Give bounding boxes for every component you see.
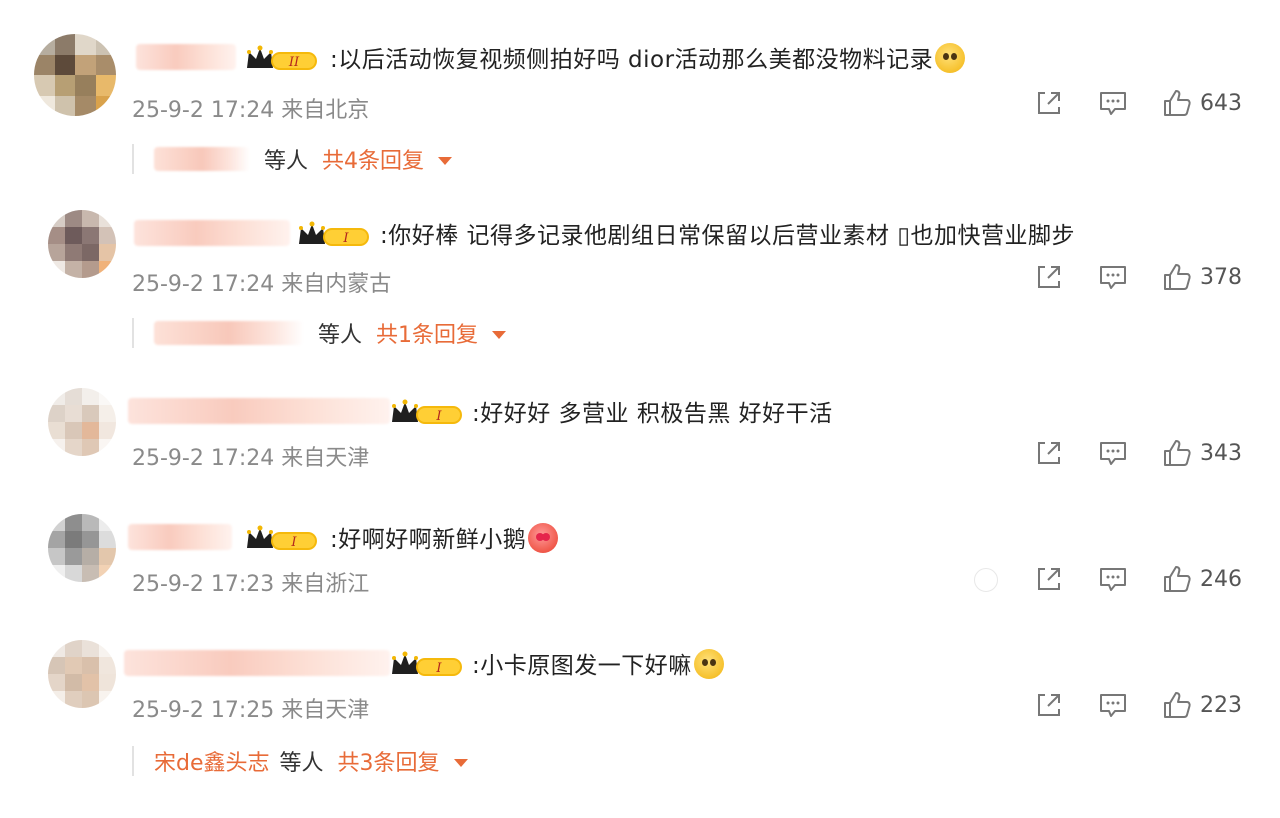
comment-text: :好啊好啊新鲜小鹅 xyxy=(330,520,559,554)
thumbs-up-icon[interactable] xyxy=(1162,262,1192,292)
reply-summary[interactable]: 等人 共4条回复 xyxy=(132,143,453,175)
timestamp: 25-9-2 17:24 xyxy=(132,446,275,471)
reply-mid: 等人 xyxy=(279,751,324,776)
comment-icon[interactable] xyxy=(1098,438,1128,468)
comment-text: :好好好 多营业 积极告黑 好好干活 xyxy=(472,401,833,427)
crown-badge-icon: I xyxy=(297,220,371,246)
comment-meta: 25-9-2 17:24 来自北京 xyxy=(132,92,369,124)
username-blurred[interactable] xyxy=(128,524,232,550)
username-blurred[interactable] xyxy=(134,220,290,246)
reply-summary[interactable]: 等人 共1条回复 xyxy=(132,317,507,349)
share-icon[interactable] xyxy=(1034,438,1064,468)
share-icon[interactable] xyxy=(1034,690,1064,720)
location: 来自天津 xyxy=(281,446,370,471)
username-blurred[interactable] xyxy=(124,650,390,676)
timestamp: 25-9-2 17:23 xyxy=(132,572,275,597)
crown-badge-icon: II xyxy=(245,44,319,70)
pleading-emoji-icon xyxy=(693,649,724,679)
reply-divider xyxy=(132,318,134,348)
avatar[interactable] xyxy=(34,34,116,116)
like-count: 643 xyxy=(1200,90,1242,116)
comment-meta: 25-9-2 17:24 来自天津 xyxy=(132,440,369,472)
comment-icon[interactable] xyxy=(1098,262,1128,292)
share-icon[interactable] xyxy=(1034,262,1064,292)
crown-badge-icon: I xyxy=(390,398,464,424)
svg-text:I: I xyxy=(435,661,442,676)
reply-mid: 等人 xyxy=(264,149,309,174)
comment-icon[interactable] xyxy=(1098,564,1128,594)
comment-text: :以后活动恢复视频侧拍好吗 dior活动那么美都没物料记录 xyxy=(330,40,966,74)
reply-count[interactable]: 共1条回复 xyxy=(376,317,478,349)
crown-badge-icon: I xyxy=(245,524,319,550)
chevron-down-icon[interactable] xyxy=(438,157,453,165)
reply-mid: 等人 xyxy=(318,323,363,348)
share-icon[interactable] xyxy=(1034,564,1064,594)
chevron-down-icon[interactable] xyxy=(492,331,507,339)
like-count: 343 xyxy=(1200,440,1242,466)
thumbs-up-icon[interactable] xyxy=(1162,564,1192,594)
comment-meta: 25-9-2 17:23 来自浙江 xyxy=(132,566,369,598)
reply-count[interactable]: 共3条回复 xyxy=(338,745,440,777)
reply-username[interactable]: 宋de鑫头志 xyxy=(154,745,270,777)
heart-eyes-emoji-icon xyxy=(528,523,559,553)
location: 来自天津 xyxy=(281,698,370,723)
comment-actions: 643 xyxy=(1000,88,1244,118)
username-blurred[interactable] xyxy=(136,44,236,70)
comment-meta: 25-9-2 17:24 来自内蒙古 xyxy=(132,266,391,298)
reply-user-blurred[interactable] xyxy=(154,321,304,345)
comment-icon[interactable] xyxy=(1098,88,1128,118)
comment-actions: 378 xyxy=(1000,262,1244,292)
comment-text: :小卡原图发一下好嘛 xyxy=(472,646,724,680)
like-count: 223 xyxy=(1200,692,1242,718)
avatar[interactable] xyxy=(48,514,116,582)
svg-text:I: I xyxy=(435,409,442,424)
reply-divider xyxy=(132,746,134,776)
avatar[interactable] xyxy=(48,388,116,456)
avatar[interactable] xyxy=(48,210,116,278)
comment-text: :你好棒 记得多记录他剧组日常保留以后营业素材 ▯也加快营业脚步 xyxy=(380,223,1076,249)
share-icon[interactable] xyxy=(1034,88,1064,118)
location: 来自浙江 xyxy=(281,572,370,597)
thumbs-up-icon[interactable] xyxy=(1162,438,1192,468)
timestamp: 25-9-2 17:24 xyxy=(132,98,275,123)
reply-divider xyxy=(132,144,134,174)
thumbs-up-icon[interactable] xyxy=(1162,88,1192,118)
reply-count[interactable]: 共4条回复 xyxy=(322,143,424,175)
avatar[interactable] xyxy=(48,640,116,708)
like-count: 246 xyxy=(1200,566,1242,592)
comment-actions: 246 xyxy=(1000,564,1244,594)
crown-badge-icon: I xyxy=(390,650,464,676)
timestamp: 25-9-2 17:24 xyxy=(132,272,275,297)
reply-summary[interactable]: 宋de鑫头志 等人 共3条回复 xyxy=(132,746,468,776)
svg-text:II: II xyxy=(288,55,300,70)
username-blurred[interactable] xyxy=(128,398,390,424)
comment-actions: 223 xyxy=(1000,690,1244,720)
chevron-down-icon[interactable] xyxy=(453,759,468,767)
comment-actions: 343 xyxy=(1000,438,1244,468)
svg-text:I: I xyxy=(290,535,297,550)
like-count: 378 xyxy=(1200,264,1242,290)
thumbs-up-icon[interactable] xyxy=(1162,690,1192,720)
location: 来自北京 xyxy=(281,98,370,123)
comment-meta: 25-9-2 17:25 来自天津 xyxy=(132,692,369,724)
timestamp: 25-9-2 17:25 xyxy=(132,698,275,723)
info-icon xyxy=(974,568,998,592)
svg-text:I: I xyxy=(342,231,349,246)
comment-icon[interactable] xyxy=(1098,690,1128,720)
reply-user-blurred[interactable] xyxy=(154,147,250,171)
location: 来自内蒙古 xyxy=(281,272,392,297)
flushed-emoji-icon xyxy=(935,43,966,73)
